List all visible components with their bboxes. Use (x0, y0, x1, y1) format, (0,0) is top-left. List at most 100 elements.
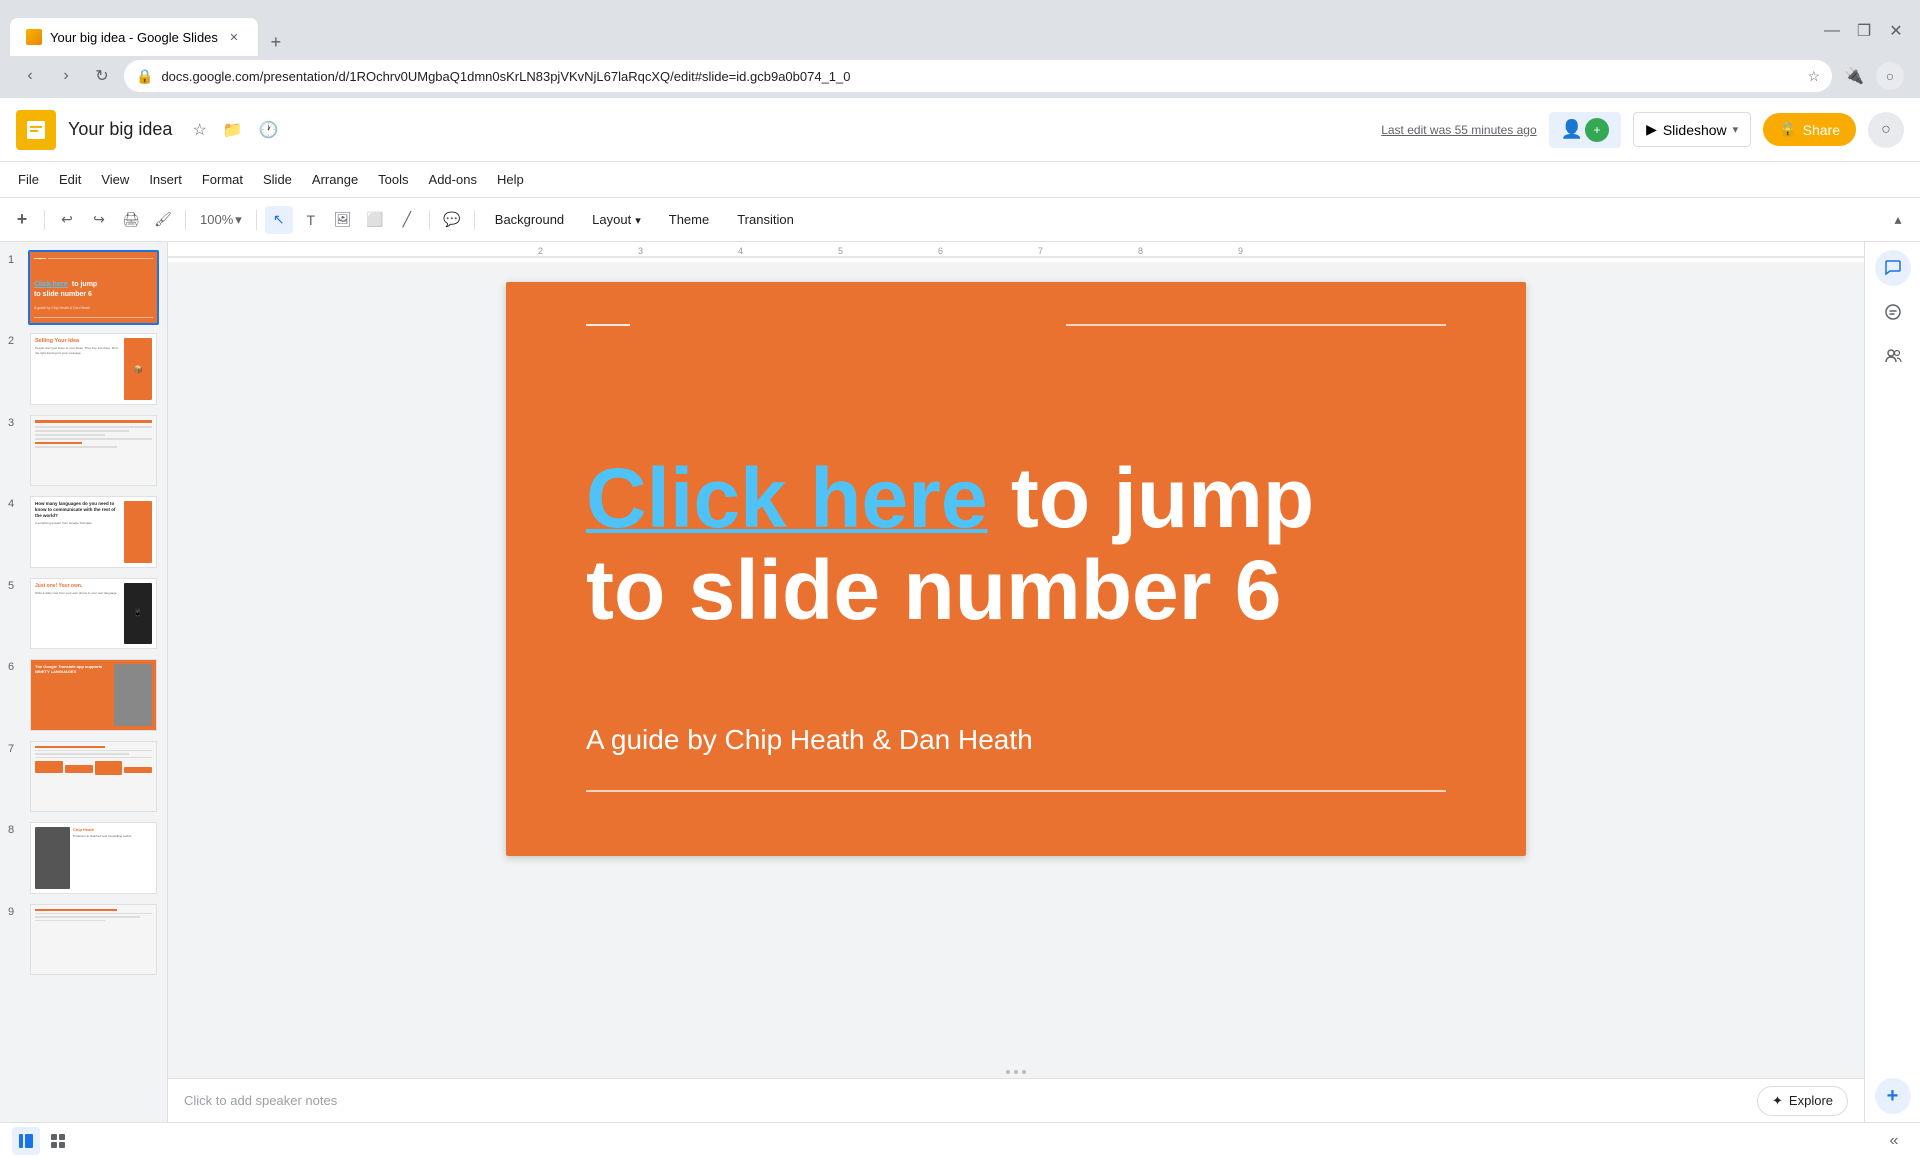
slide-item-4[interactable]: 4 How many languages do you need to know… (8, 494, 159, 569)
menu-view[interactable]: View (91, 168, 139, 191)
star-icon[interactable]: ☆ (188, 116, 210, 144)
slide-item-5[interactable]: 5 Just one! Your own. Write a daily note… (8, 576, 159, 651)
image-tool[interactable]: 🖼 (329, 206, 357, 234)
filmstrip-icon (18, 1133, 34, 1149)
zoom-selector[interactable]: 100% ▾ (194, 208, 248, 232)
slide-item-3[interactable]: 3 (8, 413, 159, 488)
thumb4-image (124, 501, 152, 562)
slide-item-6[interactable]: 6 The Google Translate app supports NINE… (8, 657, 159, 732)
theme-button[interactable]: Theme (657, 208, 721, 231)
thumb1-text2: to slide number 6 (34, 291, 92, 298)
menu-addons[interactable]: Add-ons (419, 168, 487, 191)
tab-close-button[interactable]: ✕ (226, 29, 242, 45)
paint-format-button[interactable]: 🖌 (149, 206, 177, 234)
new-tab-button[interactable]: + (262, 28, 290, 56)
back-button[interactable]: ‹ (16, 62, 44, 90)
slide-number-5: 5 (8, 580, 22, 592)
menu-slide[interactable]: Slide (253, 168, 302, 191)
slide-thumbnail-5[interactable]: Just one! Your own. Write a daily note f… (28, 576, 159, 651)
menu-format[interactable]: Format (192, 168, 253, 191)
layout-button[interactable]: Layout (580, 208, 653, 231)
refresh-button[interactable]: ↻ (88, 62, 116, 90)
slide-number-6: 6 (8, 661, 22, 673)
slide-dots (168, 1066, 1864, 1078)
thumb1-subtitle: A guide by Chip Heath & Dan Heath (34, 306, 90, 310)
tab-title: Your big idea - Google Slides (50, 30, 218, 45)
ruler: 2 3 4 5 6 7 8 9 (168, 242, 1864, 262)
forward-button[interactable]: › (52, 62, 80, 90)
slide-number-2: 2 (8, 335, 22, 347)
slide-thumbnail-2[interactable]: Selling Your Idea People don't just list… (28, 331, 159, 406)
slide-canvas[interactable]: Click here to jump to slide number 6 A g… (506, 282, 1526, 856)
slide-click-here-link[interactable]: Click here (586, 451, 988, 545)
slide-item-8[interactable]: 8 Chip Heath Professor at Stanford and b… (8, 820, 159, 895)
line-tool[interactable]: ╱ (393, 206, 421, 234)
menu-edit[interactable]: Edit (49, 168, 91, 191)
slide-thumbnail-1[interactable]: Click here to jump to slide number 6 A g… (28, 250, 159, 325)
collab-button[interactable]: 👤 + (1549, 112, 1621, 148)
slide-item-9[interactable]: 9 (8, 902, 159, 977)
filmstrip-view-button[interactable] (12, 1127, 40, 1155)
dot-2 (1014, 1070, 1018, 1074)
undo-button[interactable]: ↩ (53, 206, 81, 234)
background-button[interactable]: Background (483, 208, 576, 231)
collapse-panel-button[interactable]: « (1880, 1127, 1908, 1155)
slideshow-button[interactable]: ▶ Slideshow ▾ (1633, 112, 1751, 147)
extensions-icon[interactable]: 🔌 (1840, 62, 1868, 90)
menu-tools[interactable]: Tools (368, 168, 418, 191)
slide-item-7[interactable]: 7 (8, 739, 159, 814)
shape-tool[interactable]: ⬜ (361, 206, 389, 234)
comment-button[interactable]: 💬 (438, 206, 466, 234)
menu-help[interactable]: Help (487, 168, 534, 191)
drive-icon[interactable]: 📁 (219, 116, 247, 144)
thumb8-image (35, 827, 70, 888)
menu-insert[interactable]: Insert (139, 168, 192, 191)
bottom-bar: « (0, 1122, 1920, 1158)
comments-panel-button[interactable] (1875, 250, 1911, 286)
slides-panel: 1 Click here to jump to slide number 6 A… (0, 242, 168, 1122)
collapse-toolbar-button[interactable]: ▴ (1884, 206, 1912, 234)
history-icon[interactable]: 🕐 (255, 116, 283, 144)
collab-panel-button[interactable] (1875, 338, 1911, 374)
svg-text:2: 2 (538, 246, 543, 256)
text-tool[interactable]: T (297, 206, 325, 234)
close-button[interactable]: ✕ (1882, 17, 1910, 45)
minimize-button[interactable]: — (1818, 17, 1846, 45)
thumb5-title: Just one! Your own. (35, 583, 121, 589)
notes-placeholder[interactable]: Click to add speaker notes (184, 1093, 337, 1108)
collab-badge: + (1585, 118, 1609, 142)
profile-icon[interactable]: ○ (1876, 62, 1904, 90)
share-button[interactable]: 🔒 Share (1763, 113, 1856, 146)
slide-thumbnail-9[interactable] (28, 902, 159, 977)
slide-thumbnail-8[interactable]: Chip Heath Professor at Stanford and bes… (28, 820, 159, 895)
address-bar[interactable]: 🔒 docs.google.com/presentation/d/1ROchrv… (124, 60, 1832, 92)
restore-button[interactable]: ❐ (1850, 17, 1878, 45)
slide-thumbnail-3[interactable] (28, 413, 159, 488)
expand-panel-button[interactable]: + (1875, 1078, 1911, 1114)
ruler-svg: 2 3 4 5 6 7 8 9 (168, 242, 1864, 262)
grid-view-button[interactable] (44, 1127, 72, 1155)
slide-thumbnail-4[interactable]: How many languages do you need to know t… (28, 494, 159, 569)
thumb4-title: How many languages do you need to know t… (35, 501, 121, 519)
redo-button[interactable]: ↪ (85, 206, 113, 234)
slide-item-1[interactable]: 1 Click here to jump to slide number 6 A… (8, 250, 159, 325)
transition-button[interactable]: Transition (725, 208, 806, 231)
toolbar: + ↩ ↪ 🖨 🖌 100% ▾ ↖ T 🖼 ⬜ ╱ 💬 Background … (0, 198, 1920, 242)
print-button[interactable]: 🖨 (117, 206, 145, 234)
explore-button[interactable]: ✦ Explore (1757, 1086, 1848, 1116)
slide-thumbnail-6[interactable]: The Google Translate app supports NINETY… (28, 657, 159, 732)
select-tool[interactable]: ↖ (265, 206, 293, 234)
active-tab[interactable]: Your big idea - Google Slides ✕ (10, 18, 258, 56)
menu-arrange[interactable]: Arrange (302, 168, 368, 191)
user-avatar[interactable]: ○ (1868, 112, 1904, 148)
slide-thumbnail-7[interactable] (28, 739, 159, 814)
slideshow-label: Slideshow (1663, 122, 1727, 138)
menu-file[interactable]: File (8, 168, 49, 191)
collab-avatar-icon: 👤 (1561, 119, 1583, 140)
thumb6-image (114, 664, 152, 725)
slide-number-1: 1 (8, 254, 22, 266)
add-slide-button[interactable]: + (8, 206, 36, 234)
slide-item-2[interactable]: 2 Selling Your Idea People don't just li… (8, 331, 159, 406)
chat-panel-button[interactable] (1875, 294, 1911, 330)
bookmark-icon: ☆ (1807, 68, 1820, 85)
